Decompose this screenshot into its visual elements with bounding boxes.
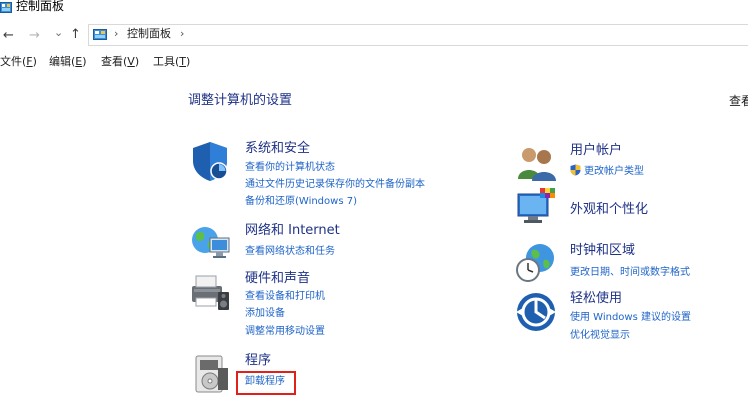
category-programs[interactable]: 程序 — [245, 353, 271, 369]
programs-disc-icon[interactable] — [190, 352, 234, 396]
breadcrumb-separator[interactable]: › — [114, 28, 118, 40]
link-change-account-type[interactable]: 更改帐户类型 — [584, 166, 644, 178]
link-network-status-tasks[interactable]: 查看网络状态和任务 — [245, 246, 335, 258]
shield-icon[interactable] — [188, 139, 232, 183]
link-devices-printers[interactable]: 查看设备和打印机 — [245, 291, 325, 303]
link-view-computer-status[interactable]: 查看你的计算机状态 — [245, 162, 335, 174]
ease-of-access-icon[interactable] — [514, 290, 558, 334]
category-system-security[interactable]: 系统和安全 — [245, 141, 310, 157]
printer-speaker-icon[interactable] — [188, 270, 232, 314]
control-panel-icon — [93, 29, 107, 40]
view-by-label: 查看 — [729, 94, 748, 108]
link-mobility-settings[interactable]: 调整常用移动设置 — [245, 326, 325, 338]
category-appearance-personalization[interactable]: 外观和个性化 — [570, 202, 648, 218]
menu-tools[interactable]: 工具(T) — [153, 55, 190, 68]
link-optimize-visual-display[interactable]: 优化视觉显示 — [570, 330, 630, 342]
menu-file[interactable]: 文件(F) — [0, 55, 37, 68]
forward-button[interactable]: → — [29, 29, 40, 43]
page-title: 调整计算机的设置 — [188, 93, 293, 108]
category-hardware-sound[interactable]: 硬件和声音 — [245, 271, 310, 287]
link-change-date-time-format[interactable]: 更改日期、时间或数字格式 — [570, 267, 690, 279]
control-panel-icon — [0, 2, 12, 13]
link-backup-restore[interactable]: 备份和还原(Windows 7) — [245, 196, 357, 208]
back-button[interactable]: ← — [3, 29, 14, 43]
link-add-device[interactable]: 添加设备 — [245, 308, 285, 320]
menu-view[interactable]: 查看(V) — [101, 55, 139, 68]
address-bar[interactable] — [88, 24, 748, 46]
appearance-monitor-icon[interactable] — [514, 186, 558, 230]
link-uninstall-program[interactable]: 卸载程序 — [245, 376, 285, 388]
link-windows-recommended-settings[interactable]: 使用 Windows 建议的设置 — [570, 312, 691, 324]
recent-locations-button[interactable]: ⌄ — [54, 26, 63, 40]
up-button[interactable]: ↑ — [70, 28, 81, 42]
breadcrumb-control-panel[interactable]: 控制面板 — [127, 28, 171, 40]
window-title: 控制面板 — [16, 0, 65, 13]
title-bar: 控制面板 — [0, 0, 748, 18]
user-accounts-icon[interactable] — [514, 141, 558, 185]
category-ease-of-access[interactable]: 轻松使用 — [570, 291, 622, 307]
clock-globe-icon[interactable] — [514, 240, 558, 284]
network-globe-icon[interactable] — [188, 220, 232, 264]
category-network-internet[interactable]: 网络和 Internet — [245, 223, 340, 239]
link-file-history-backup[interactable]: 通过文件历史记录保存你的文件备份副本 — [245, 179, 425, 191]
category-user-accounts[interactable]: 用户帐户 — [570, 143, 622, 159]
category-clock-region[interactable]: 时钟和区域 — [570, 243, 635, 259]
uac-shield-icon — [570, 164, 581, 176]
breadcrumb-separator[interactable]: › — [180, 28, 184, 40]
menu-edit[interactable]: 编辑(E) — [49, 55, 87, 68]
